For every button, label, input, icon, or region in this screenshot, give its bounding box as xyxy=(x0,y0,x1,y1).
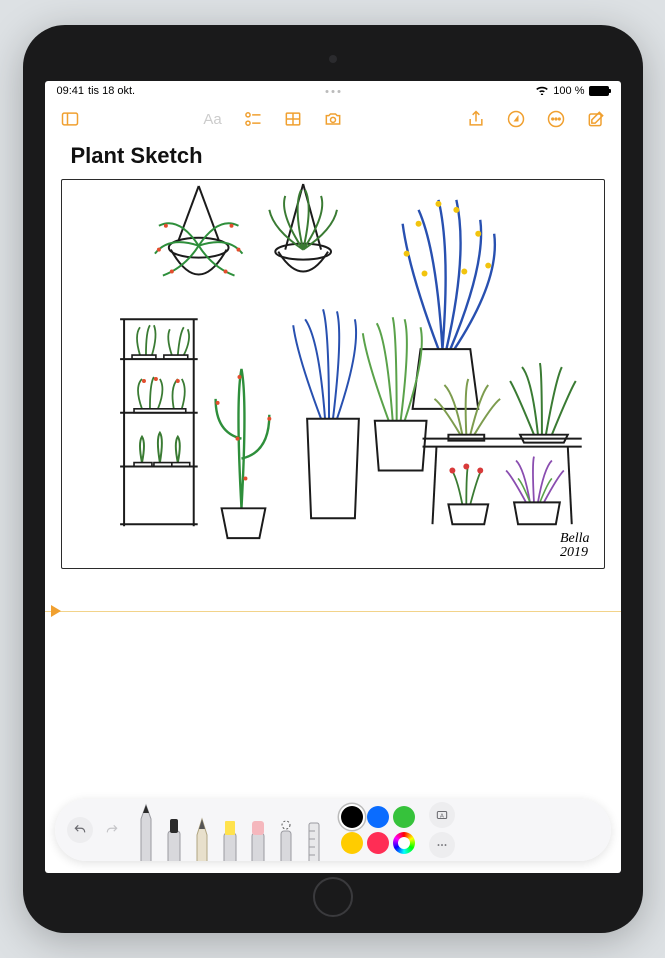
redo-button[interactable] xyxy=(99,817,125,843)
more-tools-button[interactable] xyxy=(429,832,455,858)
camera-button[interactable] xyxy=(318,105,348,133)
signature-year: 2019 xyxy=(560,546,590,560)
battery-pct-label: 100 % xyxy=(553,85,584,97)
insert-cursor-line xyxy=(45,611,621,612)
share-button[interactable] xyxy=(461,105,491,133)
insert-cursor-marker[interactable] xyxy=(51,604,61,622)
color-swatch-red[interactable] xyxy=(367,832,389,854)
note-title[interactable]: Plant Sketch xyxy=(45,137,621,179)
ipad-device-frame: 09:41 tis 18 okt. 100 % Aa xyxy=(23,25,643,933)
sidebar-toggle-button[interactable] xyxy=(55,105,85,133)
screen: 09:41 tis 18 okt. 100 % Aa xyxy=(45,81,621,873)
color-swatch-black[interactable] xyxy=(341,806,363,828)
lasso-tool[interactable] xyxy=(275,811,297,861)
status-bar: 09:41 tis 18 okt. 100 % xyxy=(45,81,621,101)
pen-tool[interactable] xyxy=(135,799,157,861)
sketch-signature: Bella 2019 xyxy=(560,532,590,560)
svg-text:A: A xyxy=(440,813,444,819)
multitask-dots[interactable] xyxy=(325,90,340,93)
clock-label: 09:41 xyxy=(57,85,85,97)
highlighter-tool[interactable] xyxy=(219,811,241,861)
color-palette xyxy=(341,806,415,854)
color-swatch-blue[interactable] xyxy=(367,806,389,828)
date-label: tis 18 okt. xyxy=(88,85,135,97)
note-body[interactable]: Bella 2019 xyxy=(45,179,621,873)
markup-mode-button[interactable] xyxy=(501,105,531,133)
color-swatch-yellow[interactable] xyxy=(341,832,363,854)
sketch-drawing[interactable]: Bella 2019 xyxy=(61,179,605,569)
ruler-tool[interactable] xyxy=(303,811,325,861)
compose-button[interactable] xyxy=(581,105,611,133)
notes-toolbar: Aa xyxy=(45,101,621,137)
undo-button[interactable] xyxy=(67,817,93,843)
markup-toolbar: A xyxy=(55,799,611,861)
color-swatch-green[interactable] xyxy=(393,806,415,828)
home-button[interactable] xyxy=(313,877,353,917)
eraser-tool[interactable] xyxy=(247,811,269,861)
text-style-button[interactable]: Aa xyxy=(198,105,228,133)
color-picker-wheel[interactable] xyxy=(393,832,415,854)
battery-icon xyxy=(589,86,609,96)
more-button[interactable] xyxy=(541,105,571,133)
checklist-button[interactable] xyxy=(238,105,268,133)
drawing-tools xyxy=(135,799,325,861)
wifi-icon xyxy=(535,85,549,98)
pencil-tool[interactable] xyxy=(191,811,213,861)
front-camera xyxy=(329,55,337,63)
signature-name: Bella xyxy=(560,532,590,546)
text-box-tool[interactable]: A xyxy=(429,802,455,828)
marker-tool[interactable] xyxy=(163,811,185,861)
table-button[interactable] xyxy=(278,105,308,133)
